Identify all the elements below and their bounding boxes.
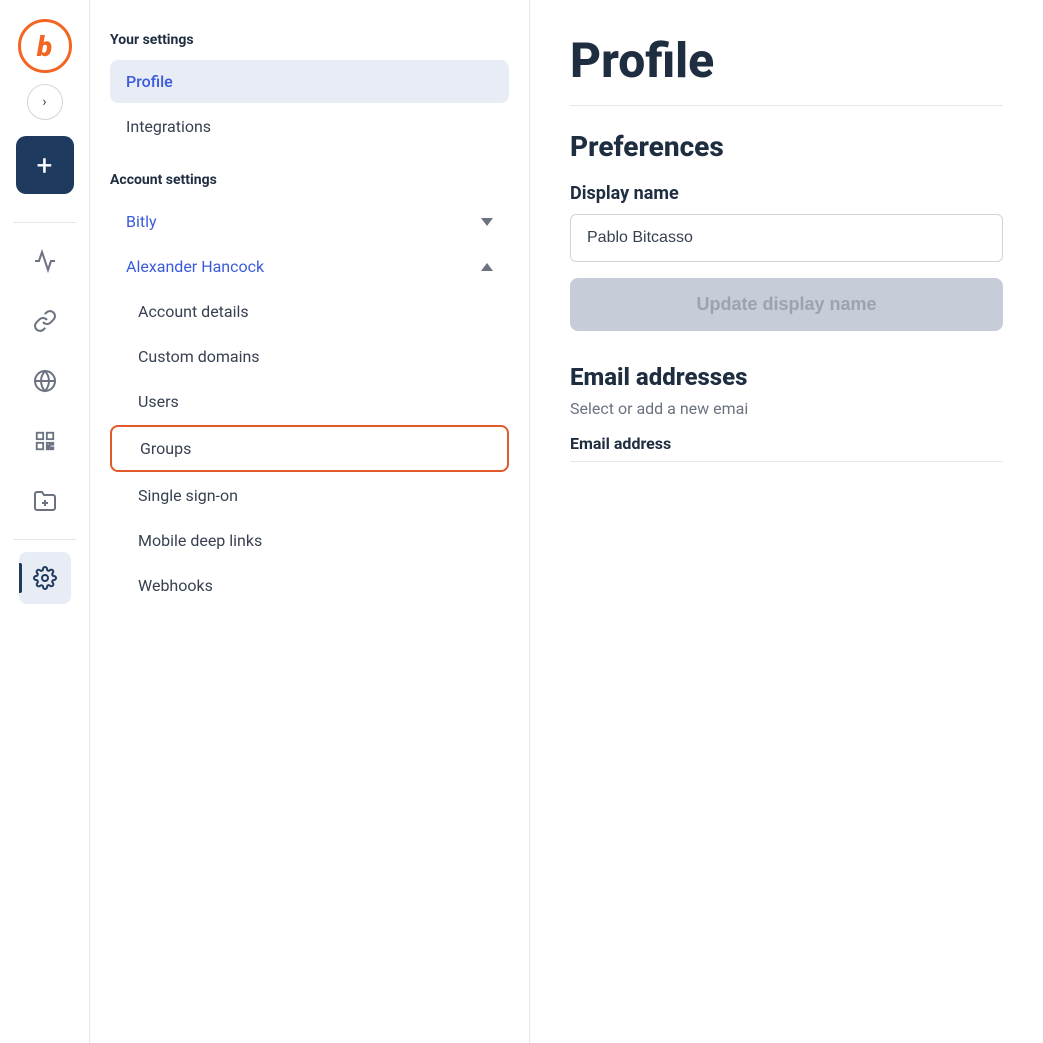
- email-field-label: Email address: [570, 434, 1003, 462]
- nav-profile[interactable]: Profile: [110, 60, 509, 103]
- icon-sidebar: b › +: [0, 0, 90, 1043]
- nav-users[interactable]: Users: [110, 380, 509, 423]
- globe-nav-icon[interactable]: [19, 355, 71, 407]
- qr-nav-icon[interactable]: [19, 415, 71, 467]
- nav-group-alexander[interactable]: Alexander Hancock: [110, 245, 509, 288]
- your-settings-label: Your settings: [110, 32, 509, 48]
- settings-sidebar: Your settings Profile Integrations Accou…: [90, 0, 530, 1043]
- nav-sso[interactable]: Single sign-on: [110, 474, 509, 517]
- display-name-input[interactable]: [570, 214, 1003, 262]
- settings-nav-icon[interactable]: [19, 552, 71, 604]
- main-content: Profile Preferences Display name Update …: [530, 0, 1043, 1043]
- display-name-label: Display name: [570, 183, 1003, 204]
- add-button[interactable]: +: [16, 136, 74, 194]
- expand-button[interactable]: ›: [27, 84, 63, 120]
- nav-group-bitly-label: Bitly: [126, 212, 157, 231]
- nav-integrations[interactable]: Integrations: [110, 105, 509, 148]
- logo-area: b: [15, 16, 75, 76]
- nav-custom-domains[interactable]: Custom domains: [110, 335, 509, 378]
- nav-webhooks[interactable]: Webhooks: [110, 564, 509, 607]
- nav-group-alexander-label: Alexander Hancock: [126, 257, 264, 276]
- analytics-nav-icon[interactable]: [19, 235, 71, 287]
- account-settings-label: Account settings: [110, 172, 509, 188]
- title-divider: [570, 105, 1003, 106]
- chevron-down-icon: [481, 218, 493, 226]
- nav-group-bitly[interactable]: Bitly: [110, 200, 509, 243]
- link-nav-icon[interactable]: [19, 295, 71, 347]
- chevron-up-icon: [481, 263, 493, 271]
- nav-mobile-deep-links[interactable]: Mobile deep links: [110, 519, 509, 562]
- app-logo[interactable]: b: [18, 19, 72, 73]
- sidebar-divider-bottom: [13, 539, 75, 540]
- sidebar-divider-top: [13, 222, 75, 223]
- nav-account-details[interactable]: Account details: [110, 290, 509, 333]
- preferences-title: Preferences: [570, 130, 1003, 163]
- email-description: Select or add a new emai: [570, 399, 1003, 418]
- update-display-name-button[interactable]: Update display name: [570, 278, 1003, 331]
- email-section-title: Email addresses: [570, 363, 1003, 391]
- nav-groups[interactable]: Groups: [110, 425, 509, 472]
- page-title: Profile: [570, 32, 1003, 89]
- folder-nav-icon[interactable]: [19, 475, 71, 527]
